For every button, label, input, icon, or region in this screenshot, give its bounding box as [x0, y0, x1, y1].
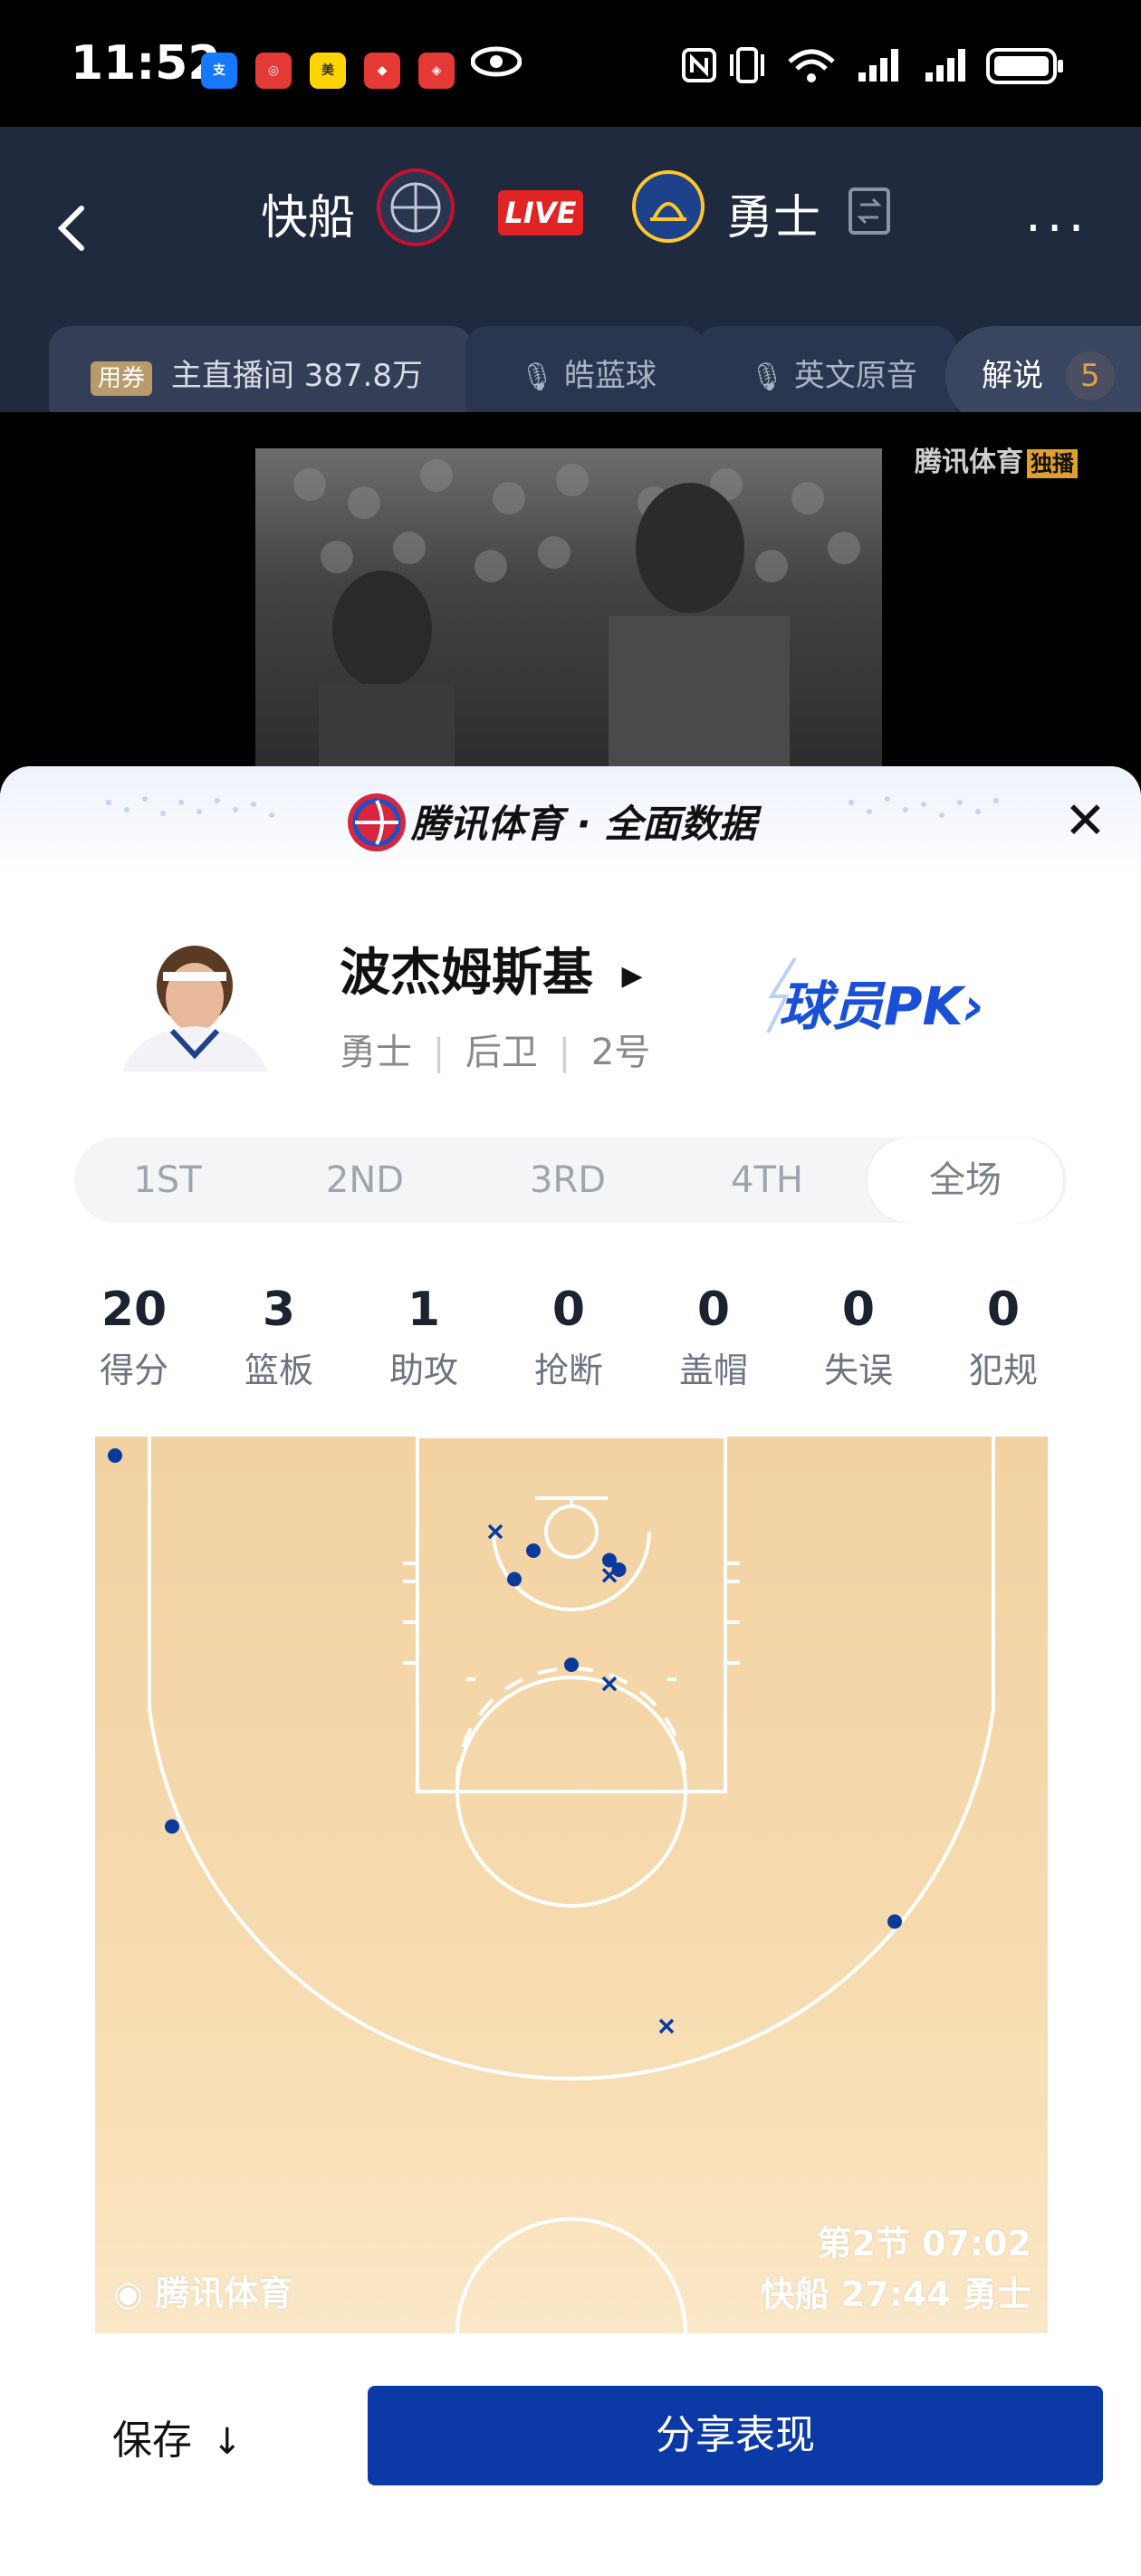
- tencent-sports-logo-icon: [348, 793, 406, 851]
- nfc-icon: [681, 47, 717, 87]
- tab-main-stream-label: 主直播间 387.8万: [170, 358, 423, 394]
- stat-rebounds-value: 3: [262, 1283, 296, 1337]
- stat-steals-label: 抢断: [533, 1350, 603, 1390]
- tab-main-stream[interactable]: 用券 主直播间 387.8万: [49, 326, 473, 426]
- clippers-logo-icon: [377, 168, 455, 246]
- player-number: 2号: [590, 1032, 651, 1073]
- warriors-logo-icon: [632, 170, 705, 243]
- close-icon[interactable]: ✕: [1064, 792, 1107, 851]
- player-detail-arrow-icon: ▶: [621, 960, 643, 992]
- shot-made-marker: [165, 1819, 179, 1834]
- stat-blocks-label: 盖帽: [678, 1350, 748, 1390]
- share-performance-button[interactable]: 分享表现: [368, 2386, 1103, 2485]
- shot-made-marker: [108, 1448, 122, 1463]
- shot-made-marker: [887, 1914, 902, 1929]
- divider: |: [558, 1032, 571, 1073]
- court-brand: ◉ 腾讯体育: [113, 2265, 292, 2315]
- court-svg: [108, 1437, 995, 2333]
- vibrate-icon: [724, 45, 770, 89]
- microphone-icon: 🎙: [520, 361, 555, 393]
- video-frame-image: [255, 448, 882, 783]
- period-1st[interactable]: 1ST: [74, 1138, 261, 1223]
- player-pk-button[interactable]: 球员PK›: [766, 956, 985, 1040]
- stat-turnovers-value: 0: [841, 1283, 876, 1337]
- stat-points-value: 20: [101, 1283, 168, 1337]
- stat-blocks-value: 0: [696, 1283, 731, 1337]
- wifi-icon: [784, 45, 839, 89]
- coupon-tag: 用券: [91, 361, 153, 396]
- status-time: 11:52: [71, 36, 221, 91]
- shot-missed-marker: [658, 2018, 675, 2034]
- tab-english-audio[interactable]: 🎙 英文原音: [697, 326, 956, 426]
- back-button[interactable]: [45, 181, 100, 272]
- tab-commentary-label: 解说: [982, 358, 1043, 394]
- away-team-name: 勇士: [726, 191, 821, 245]
- app-red-icon: ◎: [255, 53, 292, 89]
- period-2nd[interactable]: 2ND: [272, 1138, 458, 1223]
- shot-chart-court: ◉ 腾讯体育 第2节 07:02 快船 27:44 勇士: [95, 1437, 1048, 2333]
- app-green-icon: ◈: [418, 53, 455, 89]
- status-bar: 11:52 支 ◎ 美 ◆ ◈: [0, 0, 1141, 127]
- signal2-icon: [922, 45, 973, 89]
- save-button[interactable]: 保存 ↓: [112, 2408, 243, 2465]
- tencent-sports-mini-icon: ◉: [113, 2273, 144, 2313]
- switch-icon[interactable]: [848, 187, 891, 239]
- video-player[interactable]: 腾讯体育 独播: [0, 412, 1141, 783]
- commentary-count-badge: 5: [1065, 351, 1115, 400]
- tab-commentary[interactable]: 解说 5: [945, 326, 1141, 426]
- stat-assists-value: 1: [407, 1283, 441, 1337]
- game-scoreline: 快船 27:44 勇士: [760, 2274, 1031, 2314]
- download-icon: ↓: [212, 2421, 243, 2463]
- exclusive-badge: 独播: [1027, 449, 1078, 478]
- player-team: 勇士: [340, 1032, 412, 1073]
- court-brand-text: 腾讯体育: [155, 2273, 293, 2313]
- commentary-tab-bar: 用券 主直播间 387.8万 🎙 皓蓝球 🎙 英文原音 解说 5: [0, 299, 1141, 426]
- meituan-icon: 美: [310, 53, 346, 89]
- eye-icon: [470, 43, 523, 83]
- stat-rebounds-label: 篮板: [244, 1350, 313, 1390]
- stats-row: 20 得分 3 篮板 1 助攻 0 抢断 0 盖帽 0 失误 0 犯规: [62, 1283, 1079, 1418]
- shot-made-marker: [526, 1543, 541, 1558]
- alipay-icon: 支: [201, 53, 237, 89]
- stat-points-label: 得分: [99, 1350, 168, 1390]
- shot-made-marker: [507, 1572, 522, 1587]
- save-label: 保存: [112, 2417, 192, 2464]
- player-name-text: 波杰姆斯基: [340, 944, 593, 1003]
- period-3rd[interactable]: 3RD: [475, 1138, 661, 1223]
- app-red2-icon: ◆: [364, 53, 400, 89]
- tab-haolanqiu[interactable]: 🎙 皓蓝球: [465, 326, 705, 426]
- more-menu-icon[interactable]: ···: [1025, 199, 1089, 258]
- divider: |: [432, 1032, 446, 1073]
- tab-english-audio-label: 英文原音: [793, 358, 917, 394]
- tab-haolanqiu-label: 皓蓝球: [563, 358, 657, 394]
- banner-title: 腾讯体育 · 全面数据: [411, 802, 757, 846]
- stat-fouls-label: 犯规: [968, 1350, 1038, 1390]
- home-team-name: 快船: [261, 191, 356, 245]
- pk-chevron-icon: ›: [963, 976, 985, 1037]
- player-name[interactable]: 波杰姆斯基 ▶: [340, 932, 643, 1005]
- shot-missed-marker: [601, 1568, 618, 1583]
- live-badge: LIVE: [498, 190, 583, 235]
- game-header: 快船 LIVE 勇士 ··· 用券 主直播间 387.8万 🎙 皓蓝球 🎙 英文…: [0, 127, 1141, 426]
- period-selector: 1ST 2ND 3RD 4TH 全场: [74, 1138, 1067, 1223]
- stat-turnovers-label: 失误: [823, 1350, 893, 1390]
- microphone-icon: 🎙: [750, 361, 785, 393]
- signal-icon: [855, 45, 906, 89]
- period-full-game[interactable]: 全场: [868, 1138, 1063, 1223]
- player-avatar: [118, 936, 272, 1072]
- stat-steals-value: 0: [551, 1283, 586, 1337]
- stat-fouls-value: 0: [986, 1283, 1021, 1337]
- sheet-banner: 腾讯体育 · 全面数据 ✕: [0, 766, 1141, 879]
- video-watermark: 腾讯体育 独播: [915, 439, 1078, 479]
- period-4th[interactable]: 4TH: [674, 1138, 860, 1223]
- game-clock: 第2节 07:02: [817, 2224, 1031, 2264]
- player-position: 后卫: [465, 1032, 538, 1073]
- player-info: 勇士 | 后卫 | 2号: [340, 1023, 650, 1075]
- shot-made-marker: [564, 1658, 579, 1672]
- tencent-sports-watermark: 腾讯体育: [915, 447, 1023, 478]
- stat-assists-label: 助攻: [388, 1350, 458, 1390]
- battery-icon: [985, 47, 1067, 89]
